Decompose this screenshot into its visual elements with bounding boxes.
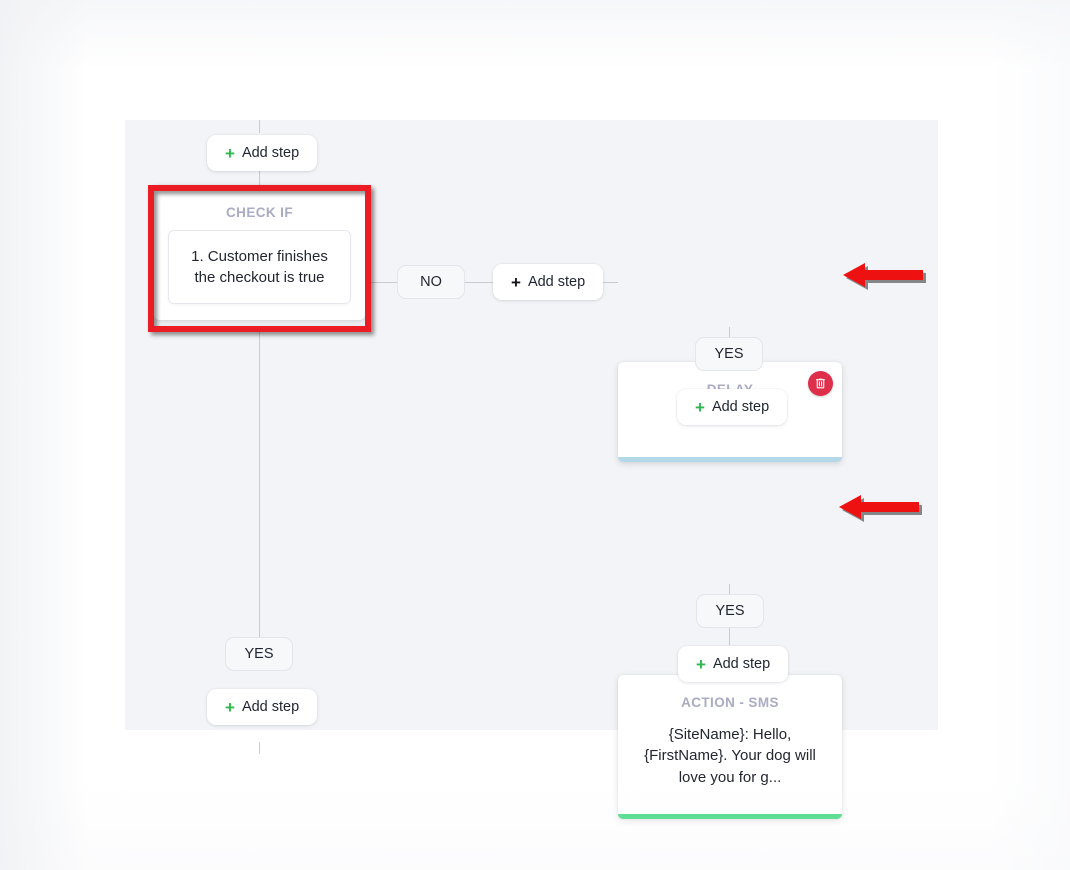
add-step-yes-branch-button[interactable]: + Add step xyxy=(207,689,318,725)
sms-card-accent xyxy=(618,814,842,819)
connector-checkif-to-yes xyxy=(259,332,260,657)
branch-yes-sms-text: YES xyxy=(715,603,745,619)
branch-label-yes-delay: YES xyxy=(695,337,763,371)
sms-card[interactable]: ACTION - SMS {SiteName}: Hello, {FirstNa… xyxy=(618,675,842,819)
add-step-no-branch-button[interactable]: + Add step xyxy=(493,264,604,300)
check-if-card[interactable]: CHECK IF 1. Customer finishes the checko… xyxy=(154,185,365,320)
sms-card-body: {SiteName}: Hello, {FirstName}. Your dog… xyxy=(644,726,816,786)
plus-icon: + xyxy=(695,397,705,417)
add-step-after-sms-button[interactable]: + Add step xyxy=(678,646,789,682)
add-step-after-delay-label: Add step xyxy=(711,399,770,415)
connector-trunk-top xyxy=(259,120,260,133)
add-step-after-delay-button[interactable]: + Add step xyxy=(677,389,788,425)
connector-addstep-to-checkif xyxy=(259,171,260,185)
add-step-after-sms-label: Add step xyxy=(712,656,771,672)
plus-icon: + xyxy=(696,654,706,674)
branch-no-text: NO xyxy=(420,274,442,290)
delete-delay-step-button[interactable] xyxy=(808,371,833,396)
plus-icon: + xyxy=(511,272,521,292)
connector-yes-to-final-addstep xyxy=(729,628,730,645)
add-step-no-branch-label: Add step xyxy=(527,274,586,290)
check-if-card-title: CHECK IF xyxy=(226,205,293,220)
branch-label-yes-checkif: YES xyxy=(225,637,293,671)
flow-canvas: + Add step CHECK IF 1. Customer finishes… xyxy=(125,120,938,819)
delay-card-accent xyxy=(618,457,842,462)
branch-label-no: NO xyxy=(397,265,465,299)
plus-icon: + xyxy=(225,697,235,717)
branch-yes-delay-text: YES xyxy=(714,346,744,362)
branch-label-yes-sms: YES xyxy=(696,594,764,628)
plus-icon: + xyxy=(225,143,235,163)
check-if-condition[interactable]: 1. Customer finishes the checkout is tru… xyxy=(168,230,351,304)
add-step-top-button[interactable]: + Add step xyxy=(207,135,318,171)
connector-trunk-bottom xyxy=(259,742,260,754)
trash-icon xyxy=(816,378,825,389)
branch-yes-checkif-text: YES xyxy=(244,646,274,662)
add-step-top-label: Add step xyxy=(241,145,300,161)
add-step-yes-branch-label: Add step xyxy=(241,699,300,715)
